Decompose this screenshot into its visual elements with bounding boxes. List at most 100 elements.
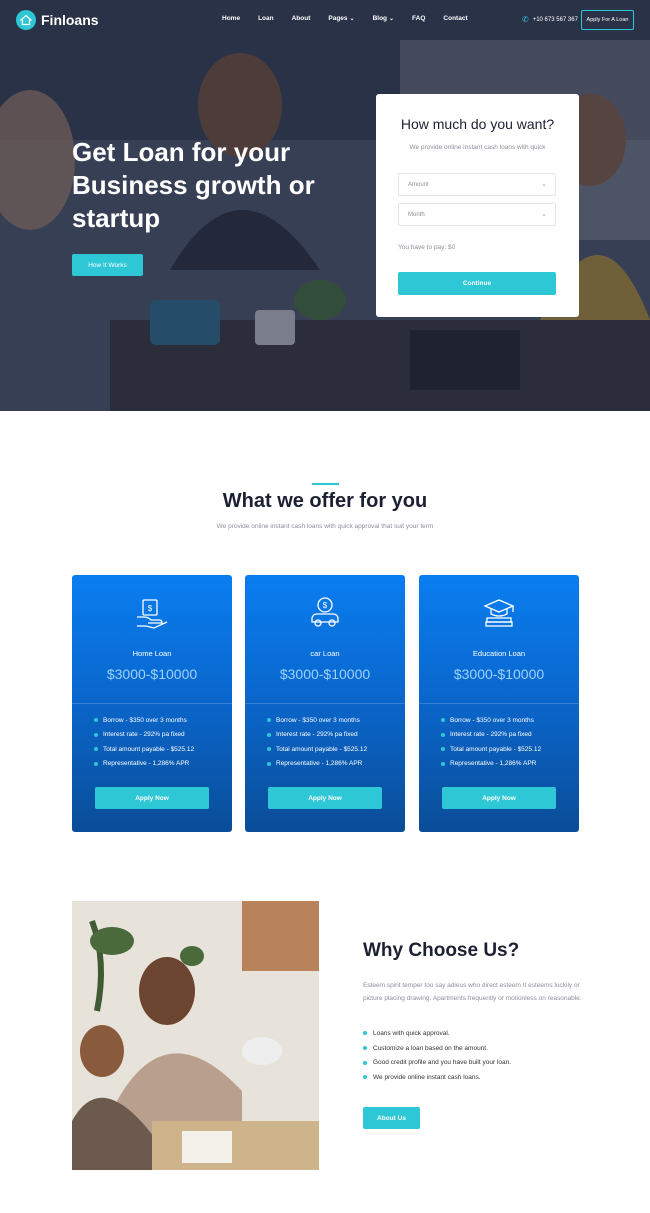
- list-item: Representative - 1,286% APR: [267, 757, 367, 772]
- bullet-dot: [267, 747, 271, 752]
- bullet-dot: [363, 1075, 367, 1080]
- card-title: Home Loan: [132, 649, 172, 658]
- calculator-subtitle: We provide online instant cash loans wit…: [409, 144, 546, 151]
- loan-card-car: $ car Loan $3000-$10000 Borrow - $350 ov…: [245, 575, 405, 832]
- card-price: $3000-$10000: [453, 666, 545, 682]
- bullet-dot: [441, 732, 445, 737]
- feature-text: Interest rate - 292% pa fixed: [103, 731, 185, 739]
- card-divider: [72, 703, 232, 704]
- why-choose-us-photo: [72, 901, 319, 1170]
- why-points-list: Loans with quick approval. Customize a l…: [363, 1026, 511, 1085]
- point-text: Good credit profile and you have built y…: [373, 1059, 512, 1067]
- phone-icon: ✆: [522, 15, 529, 24]
- list-item: We provide online instant cash loans.: [363, 1070, 511, 1085]
- point-text: We provide online instant cash loans.: [373, 1073, 481, 1081]
- nav-item-loan[interactable]: Loan: [258, 15, 274, 22]
- list-item: Borrow - $350 over 3 months: [267, 713, 367, 728]
- nav-item-blog[interactable]: Blog ⌄: [373, 15, 394, 22]
- list-item: Customize a loan based on the amount.: [363, 1041, 511, 1056]
- offer-section-subtitle: We provide online instant cash loans wit…: [216, 523, 434, 530]
- nav-item-label: Contact: [443, 15, 468, 22]
- month-placeholder: Month: [408, 211, 425, 218]
- nav-item-about[interactable]: About: [292, 15, 311, 22]
- why-section-title: Why Choose Us?: [363, 940, 520, 961]
- nav-item-home[interactable]: Home: [222, 15, 240, 22]
- chevron-down-icon: ⌄: [541, 181, 547, 188]
- list-item: Interest rate - 292% pa fixed: [94, 728, 194, 743]
- nav-item-label: About: [291, 15, 311, 22]
- month-select[interactable]: Month ⌄: [398, 203, 556, 226]
- hero-section: Finloans Home Loan About Pages ⌄ Blog ⌄ FA…: [0, 0, 650, 411]
- point-text: Customize a loan based on the amount.: [373, 1044, 488, 1052]
- feature-text: Borrow - $350 over 3 months: [450, 716, 534, 724]
- list-item: Total amount payable - $525.12: [441, 742, 541, 757]
- nav-item-pages[interactable]: Pages ⌄: [328, 15, 354, 22]
- list-item: Interest rate - 292% pa fixed: [441, 728, 541, 743]
- bullet-dot: [363, 1060, 367, 1065]
- card-divider: [245, 703, 405, 704]
- loan-card-education: Education Loan $3000-$10000 Borrow - $35…: [419, 575, 579, 832]
- phone-number[interactable]: ✆ +10 673 567 367: [522, 15, 578, 24]
- nav-item-faq[interactable]: FAQ: [412, 15, 425, 22]
- apply-for-loan-button[interactable]: Apply For A Loan: [581, 10, 634, 30]
- bullet-dot: [267, 732, 271, 737]
- list-item: Interest rate - 292% pa fixed: [267, 728, 367, 743]
- feature-text: Borrow - $350 over 3 months: [276, 716, 360, 724]
- about-us-button[interactable]: About Us: [363, 1107, 420, 1129]
- card-feature-list: Borrow - $350 over 3 months Interest rat…: [441, 713, 541, 771]
- how-it-works-button[interactable]: How It Works: [72, 254, 143, 276]
- offer-section-title: What we offer for you: [222, 490, 428, 512]
- feature-text: Representative - 1,286% APR: [450, 760, 537, 768]
- nav-item-label: Pages: [328, 15, 348, 22]
- apply-now-button[interactable]: Apply Now: [268, 787, 382, 809]
- amount-placeholder: Amount: [408, 181, 429, 188]
- bullet-dot: [441, 718, 445, 723]
- nav-item-label: Loan: [258, 15, 274, 22]
- card-feature-list: Borrow - $350 over 3 months Interest rat…: [267, 713, 367, 771]
- card-title: Education Loan: [472, 649, 526, 658]
- bullet-dot: [94, 718, 98, 723]
- svg-text:$: $: [323, 601, 328, 610]
- chevron-down-icon: ⌄: [541, 211, 547, 218]
- loan-calculator-card: How much do you want? We provide online …: [376, 94, 579, 317]
- continue-button[interactable]: Continue: [398, 272, 556, 295]
- apply-now-button[interactable]: Apply Now: [442, 787, 556, 809]
- list-item: Borrow - $350 over 3 months: [94, 713, 194, 728]
- bullet-dot: [441, 761, 445, 766]
- card-divider: [419, 703, 579, 704]
- brand-logo[interactable]: Finloans: [16, 10, 99, 30]
- money-hand-icon: $: [137, 599, 168, 629]
- bullet-dot: [94, 761, 98, 766]
- list-item: Representative - 1,286% APR: [441, 757, 541, 772]
- card-feature-list: Borrow - $350 over 3 months Interest rat…: [94, 713, 194, 771]
- graduation-cap-icon: [483, 599, 515, 627]
- amount-select[interactable]: Amount ⌄: [398, 173, 556, 196]
- list-item: Representative - 1,286% APR: [94, 757, 194, 772]
- why-section-description: Esteem spirit temper too say adieus who …: [363, 982, 582, 1002]
- feature-text: Total amount payable - $525.12: [276, 745, 368, 753]
- nav-menu: Home Loan About Pages ⌄ Blog ⌄ FAQ Contact: [222, 15, 486, 22]
- brand-name: Finloans: [41, 12, 99, 28]
- bullet-dot: [94, 732, 98, 737]
- nav-item-label: Blog: [372, 15, 388, 22]
- feature-text: Total amount payable - $525.12: [450, 745, 542, 753]
- list-item: Loans with quick approval.: [363, 1026, 511, 1041]
- main-navbar: Finloans Home Loan About Pages ⌄ Blog ⌄ FA…: [0, 0, 650, 40]
- bullet-dot: [441, 747, 445, 752]
- pay-amount-text: You have to pay: $0: [398, 244, 456, 251]
- card-price: $3000-$10000: [279, 666, 371, 682]
- nav-item-label: FAQ: [412, 15, 426, 22]
- bullet-dot: [267, 718, 271, 723]
- chevron-down-icon: ⌄: [389, 16, 395, 22]
- home-icon: [16, 10, 36, 30]
- bullet-dot: [267, 761, 271, 766]
- hero-title: Get Loan for your Business growth or sta…: [72, 137, 315, 233]
- bullet-dot: [363, 1031, 367, 1036]
- phone-text: +10 673 567 367: [532, 16, 578, 23]
- list-item: Total amount payable - $525.12: [267, 742, 367, 757]
- apply-now-button[interactable]: Apply Now: [95, 787, 209, 809]
- list-item: Total amount payable - $525.12: [94, 742, 194, 757]
- section-accent-line: [312, 483, 339, 485]
- card-title: car Loan: [310, 649, 340, 658]
- nav-item-contact[interactable]: Contact: [443, 15, 467, 22]
